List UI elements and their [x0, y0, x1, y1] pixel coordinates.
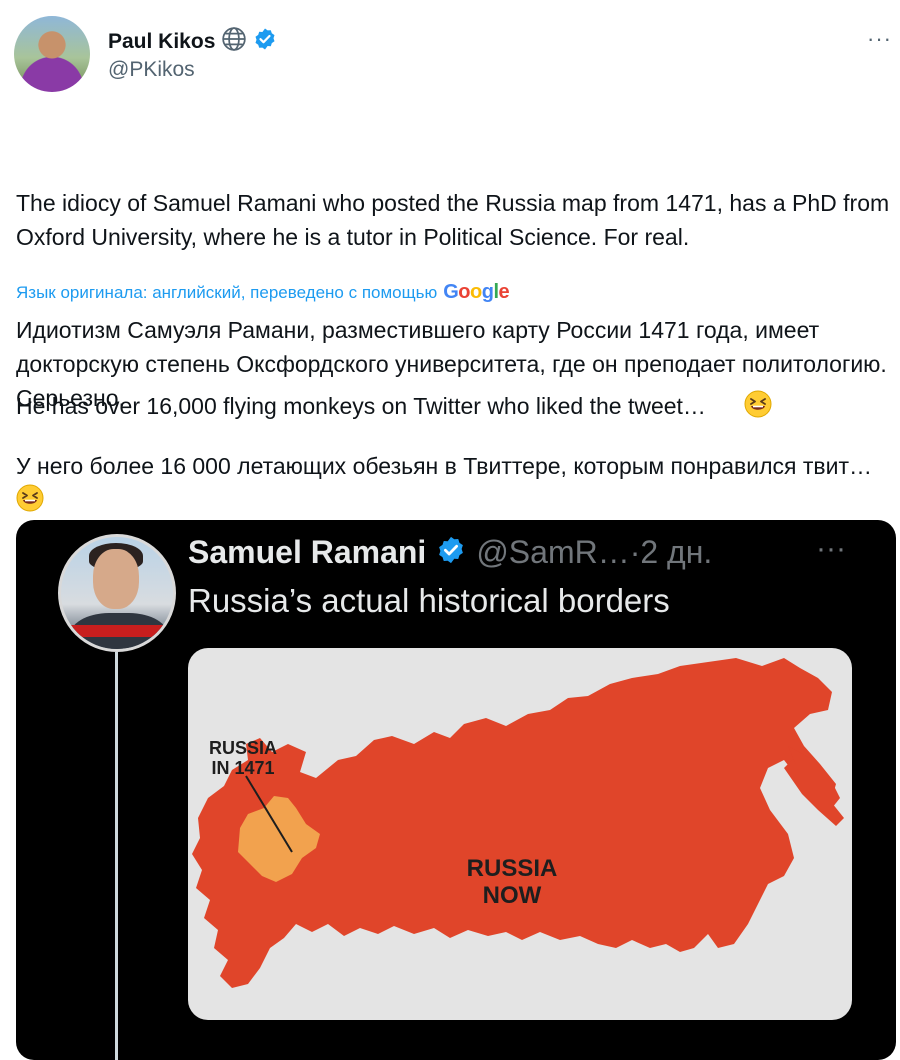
avatar-chyron — [61, 625, 173, 637]
quoted-tweet-text: Russia’s actual historical borders — [188, 582, 670, 619]
quoted-author-name: Samuel Ramani — [188, 534, 427, 570]
verified-badge-icon — [253, 27, 277, 56]
more-options-button[interactable]: ··· — [867, 26, 892, 52]
thread-line — [115, 652, 118, 1060]
author-avatar[interactable] — [14, 16, 90, 92]
russia-now-label: RUSSIA NOW — [466, 855, 558, 909]
translation-attribution[interactable]: Язык оригинала: английский, переведено с… — [16, 281, 510, 304]
quoted-author-avatar — [58, 534, 176, 652]
translated-paragraph: Идиотизм Самуэля Рамани, разместившего к… — [16, 317, 887, 411]
verified-badge-icon — [436, 535, 466, 570]
translation-label: Язык оригинала: английский, переведено с… — [16, 283, 438, 302]
translated-text: Идиотизм Самуэля Рамани, разместившего к… — [16, 313, 892, 521]
quoted-author-row: Samuel Ramani @SamR…·2 дн. — [188, 534, 712, 571]
laughing-emoji-icon — [16, 484, 44, 521]
author-name-row: Paul Kikos — [108, 26, 277, 57]
tweet-paragraph: The idiocy of Samuel Ramani who posted t… — [16, 190, 896, 250]
russia-map-svg — [192, 658, 844, 988]
russia-map-image: RUSSIA IN 1471 RUSSIA NOW — [188, 648, 852, 1020]
tweet-header: Paul Kikos @PKikos ··· — [0, 0, 900, 110]
author-display-name[interactable]: Paul Kikos — [108, 30, 215, 54]
translated-paragraph: У него более 16 000 летающих обезьян в Т… — [16, 449, 892, 521]
quoted-more-icon: ··· — [816, 532, 846, 565]
author-handle[interactable]: @PKikos — [108, 58, 195, 82]
quoted-author-handle-time: @SamR…·2 дн. — [476, 534, 713, 570]
tweet-media-image[interactable]: Samuel Ramani @SamR…·2 дн. ··· Russia’s … — [16, 520, 896, 1060]
globe-icon — [221, 26, 247, 57]
google-logo: Google — [443, 281, 510, 303]
russia-1471-label: RUSSIA IN 1471 — [208, 738, 277, 779]
